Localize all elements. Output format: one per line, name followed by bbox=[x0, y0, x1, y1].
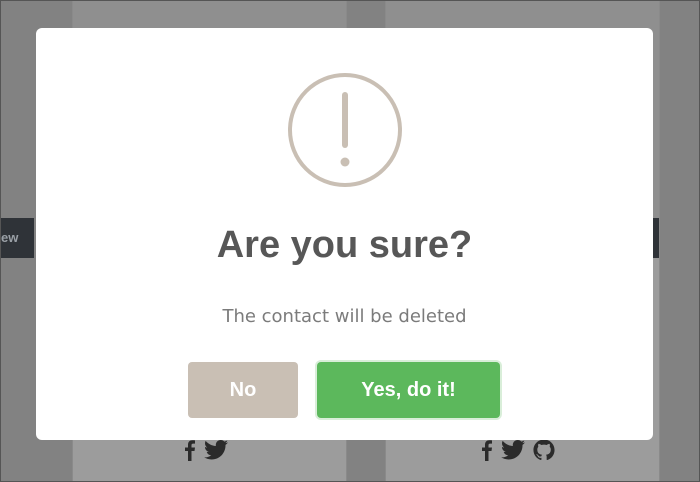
social-links bbox=[481, 438, 555, 462]
facebook-icon[interactable] bbox=[184, 439, 196, 461]
confirm-dialog: Are you sure? The contact will be delete… bbox=[36, 28, 653, 440]
twitter-icon[interactable] bbox=[204, 440, 228, 460]
dialog-title: Are you sure? bbox=[216, 224, 473, 266]
confirm-button[interactable]: Yes, do it! bbox=[317, 362, 500, 418]
dialog-message: The contact will be deleted bbox=[222, 306, 467, 327]
page-gutter-right bbox=[660, 0, 700, 482]
no-button[interactable]: No bbox=[188, 362, 298, 418]
social-links bbox=[184, 438, 228, 462]
facebook-icon[interactable] bbox=[481, 439, 493, 461]
twitter-icon[interactable] bbox=[501, 440, 525, 460]
warning-icon bbox=[287, 72, 403, 188]
view-tag[interactable]: ew bbox=[0, 218, 34, 258]
github-icon[interactable] bbox=[533, 439, 555, 461]
